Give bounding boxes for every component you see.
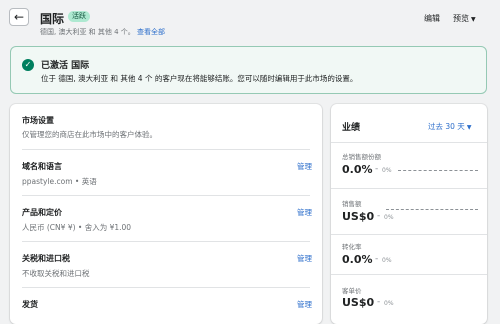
section-pricing: 产品和定价 人民币 (CN¥ ¥) • 舍入为 ¥1.00 管理 [10,196,322,244]
manage-domains-button[interactable]: 管理 [297,161,312,172]
section-title: 域名和语言 [22,162,62,171]
change-dash: - [377,211,381,221]
check-circle-icon: ✓ [22,59,34,71]
manage-shipping-button[interactable]: 管理 [297,299,312,310]
preview-dropdown[interactable]: 预览 ▼ [453,13,476,24]
section-title: 产品和定价 [22,208,62,217]
metric-value: 0.0% [342,253,373,266]
performance-title: 业绩 [342,123,361,133]
metric-conversion: 转化率 0.0% - 0% [331,235,487,279]
page-title: 国际 [40,12,65,26]
sparkline [386,209,478,210]
change-dash: - [375,254,379,264]
metric-change: 0% [382,167,392,174]
manage-duties-button[interactable]: 管理 [297,253,312,264]
preview-label: 预览 [453,14,469,23]
settings-description: 仅管理您的商店在此市场中的客户体验。 [22,130,157,139]
manage-pricing-button[interactable]: 管理 [297,207,312,218]
arrow-left-icon: ← [13,10,25,24]
metric-average-order: 客单价 US$0 - 0% [331,275,487,324]
back-button[interactable]: ← [9,8,29,26]
section-detail: ppastyle.com • 英语 [22,177,97,186]
metric-change: 0% [384,300,394,307]
metric-sales-share: 总销售额份额 0.0% - 0% [331,143,487,187]
settings-header: 市场设置 仅管理您的商店在此市场中的客户体验。 [10,104,322,144]
section-detail: 不收取关税和进口税 [22,269,90,278]
view-all-link[interactable]: 查看全部 [137,28,165,36]
metric-label: 客单价 [342,287,362,295]
section-shipping: 发货 管理 [10,288,322,324]
change-dash: - [377,297,381,307]
metric-change: 0% [382,257,392,264]
section-title: 关税和进口税 [22,254,70,263]
metric-value: 0.0% [342,163,373,176]
period-dropdown[interactable]: 过去 30 天 ▼ [428,121,471,132]
page-subtitle: 德国, 澳大利亚 和 其他 4 个。 查看全部 [40,27,165,37]
subtitle-text: 德国, 澳大利亚 和 其他 4 个。 [40,28,135,36]
metric-value: US$0 [342,210,375,223]
settings-title: 市场设置 [22,116,54,125]
section-detail: 人民币 (CN¥ ¥) • 舍入为 ¥1.00 [22,223,132,232]
section-domains: 域名和语言 ppastyle.com • 英语 管理 [10,150,322,198]
page-header: ← 国际 活跃 德国, 澳大利亚 和 其他 4 个。 查看全部 编辑 预览 ▼ [0,0,500,44]
metric-label: 销售额 [342,200,362,208]
banner-text: 位于 德国, 澳大利亚 和 其他 4 个 的客户现在将能够结账。您可以随时编辑用… [41,74,358,83]
market-settings-card: 市场设置 仅管理您的商店在此市场中的客户体验。 域名和语言 ppastyle.c… [10,104,322,324]
chevron-down-icon: ▼ [466,124,472,131]
period-label: 过去 30 天 [428,122,465,131]
section-title: 发货 [22,300,38,309]
section-duties: 关税和进口税 不收取关税和进口税 管理 [10,242,322,290]
metric-value: US$0 [342,296,375,309]
edit-button[interactable]: 编辑 [424,13,440,24]
metric-label: 总销售额份额 [342,153,381,161]
status-badge: 活跃 [68,11,90,22]
metric-sales: 销售额 US$0 - 0% [331,189,487,233]
sparkline [398,170,478,171]
performance-card: 业绩 过去 30 天 ▼ 总销售额份额 0.0% - 0% 销售额 US$0 - … [331,104,487,324]
change-dash: - [375,164,379,174]
chevron-down-icon: ▼ [471,16,476,23]
banner-title: 已激活 国际 [41,61,90,71]
metric-change: 0% [384,214,394,221]
metric-label: 转化率 [342,243,362,251]
activation-banner: ✓ 已激活 国际 位于 德国, 澳大利亚 和 其他 4 个 的客户现在将能够结账… [10,46,487,94]
